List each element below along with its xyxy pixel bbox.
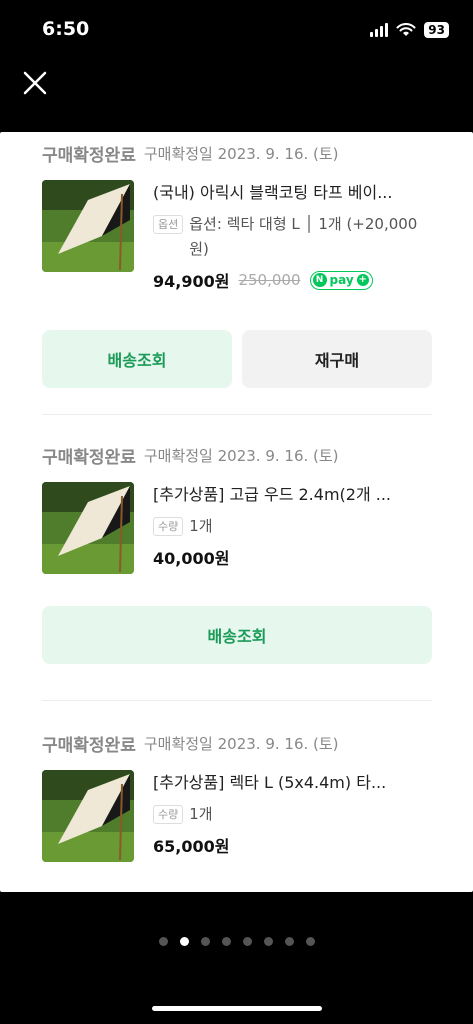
price-row: 94,900원 250,000 N pay +: [153, 268, 435, 292]
quantity-badge: 수량: [153, 805, 184, 824]
track-delivery-button[interactable]: 배송조회: [42, 606, 432, 664]
page-dot[interactable]: [221, 937, 231, 946]
divider: [42, 700, 432, 701]
quantity-text: 1개: [189, 805, 213, 823]
product-info: (국내) 아릭시 블랙코팅 타프 베이... 옵션 옵션: 렉타 대형 L │ …: [153, 180, 435, 292]
order-date: 구매확정일 2023. 9. 16. (토): [143, 446, 339, 465]
original-price: 250,000: [238, 271, 301, 289]
reorder-button[interactable]: 재구매: [242, 330, 432, 388]
track-delivery-button[interactable]: 배송조회: [42, 330, 232, 388]
option-badge: 옵션: [153, 215, 184, 234]
npay-badge: N pay +: [309, 270, 373, 290]
npay-label: pay: [329, 273, 354, 287]
battery-icon: 93: [424, 22, 449, 38]
product-thumbnail[interactable]: [42, 180, 134, 272]
order-card: 구매확정완료 구매확정일 2023. 9. 16. (토) [추가상품] 고급 …: [42, 440, 432, 592]
product-price: 94,900원: [153, 272, 230, 291]
product-price: 40,000원: [153, 549, 230, 568]
order-status: 구매확정완료: [42, 447, 136, 468]
order-card: 구매확정완료 구매확정일 2023. 9. 16. (토) (국내) 아릭시 블…: [42, 138, 435, 292]
wifi-icon: [396, 23, 416, 36]
product-info: [추가상품] 렉타 L (5x4.4m) 타... 수량 1개 65,000원: [153, 770, 435, 857]
status-bar: 6:50 93: [0, 0, 473, 60]
price-row: 40,000원: [153, 545, 435, 569]
product-name[interactable]: [추가상품] 고급 우드 2.4m(2개 ...: [153, 482, 435, 508]
option-text: 옵션: 렉타 대형 L │ 1개 (+20,000원): [189, 215, 418, 258]
page-dot[interactable]: [200, 937, 210, 946]
order-header: 구매확정완료 구매확정일 2023. 9. 16. (토): [42, 728, 432, 758]
page-dot[interactable]: [263, 937, 273, 946]
product-thumbnail[interactable]: [42, 770, 134, 862]
order-header: 구매확정완료 구매확정일 2023. 9. 16. (토): [42, 440, 432, 470]
order-status: 구매확정완료: [42, 735, 136, 756]
order-card: 구매확정완료 구매확정일 2023. 9. 16. (토) [추가상품] 렉타 …: [42, 728, 432, 880]
signal-icon: [370, 23, 389, 37]
order-item[interactable]: (국내) 아릭시 블랙코팅 타프 베이... 옵션 옵션: 렉타 대형 L │ …: [42, 180, 435, 292]
option-row: 옵션 옵션: 렉타 대형 L │ 1개 (+20,000원): [153, 212, 435, 262]
close-icon[interactable]: [18, 66, 52, 100]
divider: [42, 414, 432, 415]
product-thumbnail[interactable]: [42, 482, 134, 574]
status-icons: 93: [370, 22, 449, 38]
order-header: 구매확정완료 구매확정일 2023. 9. 16. (토): [42, 138, 432, 168]
price-row: 65,000원: [153, 833, 435, 857]
quantity-text: 1개: [189, 517, 213, 535]
page-dot-active[interactable]: [179, 937, 189, 946]
order-date: 구매확정일 2023. 9. 16. (토): [143, 734, 339, 753]
order-actions: 배송조회 재구매: [42, 330, 432, 388]
page-dot[interactable]: [284, 937, 294, 946]
product-name[interactable]: [추가상품] 렉타 L (5x4.4m) 타...: [153, 770, 435, 796]
product-info: [추가상품] 고급 우드 2.4m(2개 ... 수량 1개 40,000원: [153, 482, 435, 569]
order-list-sheet: 구매확정완료 구매확정일 2023. 9. 16. (토) (국내) 아릭시 블…: [0, 132, 473, 892]
order-actions: 배송조회: [42, 606, 432, 664]
pagination-dots: [0, 937, 473, 946]
option-row: 수량 1개: [153, 802, 435, 827]
naver-n-icon: N: [312, 273, 327, 287]
quantity-badge: 수량: [153, 517, 184, 536]
order-item[interactable]: [추가상품] 렉타 L (5x4.4m) 타... 수량 1개 65,000원: [42, 770, 432, 880]
plus-icon: +: [356, 274, 369, 286]
page-dot[interactable]: [305, 937, 315, 946]
product-name[interactable]: (국내) 아릭시 블랙코팅 타프 베이...: [153, 180, 435, 206]
page-dot[interactable]: [158, 937, 168, 946]
order-status: 구매확정완료: [42, 145, 136, 166]
option-row: 수량 1개: [153, 514, 435, 539]
home-indicator[interactable]: [152, 1006, 322, 1011]
order-date: 구매확정일 2023. 9. 16. (토): [143, 144, 339, 163]
status-time: 6:50: [42, 18, 90, 40]
page-dot[interactable]: [242, 937, 252, 946]
order-item[interactable]: [추가상품] 고급 우드 2.4m(2개 ... 수량 1개 40,000원: [42, 482, 432, 592]
product-price: 65,000원: [153, 837, 230, 856]
